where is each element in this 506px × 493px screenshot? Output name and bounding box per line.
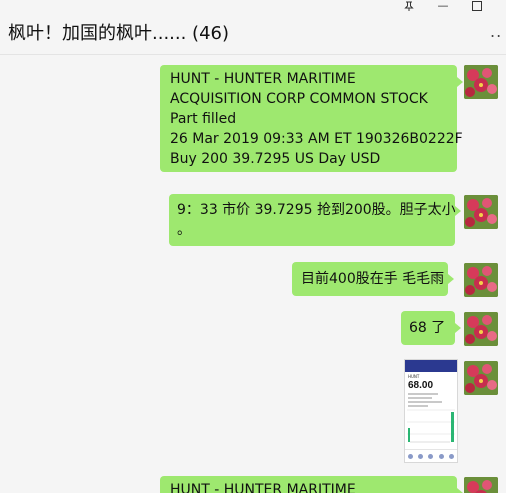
pin-button[interactable] <box>394 0 424 14</box>
message-text-line: 9：33 市价 39.7295 抢到200股。胆子太小 <box>177 202 456 218</box>
minimize-button[interactable]: — <box>428 0 458 14</box>
pin-icon <box>404 1 414 11</box>
flower-avatar-icon <box>464 195 498 229</box>
message-list[interactable]: HUNT - HUNTER MARITIME ACQUISITION CORP … <box>0 55 506 493</box>
maximize-icon <box>472 1 482 11</box>
maximize-button[interactable] <box>462 0 492 14</box>
more-options-button[interactable]: .. <box>490 22 502 41</box>
message-bubble[interactable]: HUNT - HUNTER MARITIME ACQUISITION CORP … <box>160 65 463 172</box>
thumbnail-chart <box>407 409 455 443</box>
message-text-line: 26 Mar 2019 09:33 AM ET 190326B0222F <box>170 131 463 147</box>
message-text-line: ACQUISITION CORP COMMON STOCK <box>170 91 428 107</box>
thumbnail-ticker: HUNT <box>408 374 420 379</box>
message-bubble[interactable]: 68 了 <box>401 311 461 345</box>
flower-avatar-icon <box>464 312 498 346</box>
thumbnail-header <box>405 360 457 372</box>
thumbnail-price: 68.00 <box>408 380 434 391</box>
flower-avatar-icon <box>464 65 498 99</box>
message-bubble[interactable]: 目前400股在手 毛毛雨 <box>292 262 454 296</box>
chat-title: 枫叶！加国的枫叶...... (46) <box>8 23 230 44</box>
more-icon: .. <box>490 22 503 41</box>
message-text-line: 目前400股在手 毛毛雨 <box>301 271 445 287</box>
message-bubble[interactable]: 9：33 市价 39.7295 抢到200股。胆子太小 。 <box>169 194 461 246</box>
avatar[interactable] <box>464 195 498 229</box>
message-text-line: 。 <box>177 222 191 238</box>
message-text-line: Buy 200 39.7295 US Day USD <box>170 151 381 167</box>
message-bubble[interactable]: HUNT - HUNTER MARITIME <box>160 476 463 493</box>
avatar[interactable] <box>464 477 498 493</box>
avatar[interactable] <box>464 65 498 99</box>
flower-avatar-icon <box>464 477 498 493</box>
message-text-line: HUNT - HUNTER MARITIME <box>170 71 356 87</box>
message-text-line: Part filled <box>170 111 237 127</box>
chat-window: 枫叶！加国的枫叶...... (46) — .. HUNT - HUNTER M… <box>0 0 506 493</box>
avatar[interactable] <box>464 312 498 346</box>
message-text-line: HUNT - HUNTER MARITIME <box>170 482 356 493</box>
flower-avatar-icon <box>464 361 498 395</box>
flower-avatar-icon <box>464 263 498 297</box>
minimize-icon: — <box>437 0 449 12</box>
avatar[interactable] <box>464 361 498 395</box>
message-text-line: 68 了 <box>409 320 446 336</box>
avatar[interactable] <box>464 263 498 297</box>
image-message-thumbnail[interactable]: HUNT 68.00 <box>404 359 458 463</box>
thumbnail-nav-bar <box>405 449 457 462</box>
thumbnail-detail-rows <box>408 393 454 407</box>
title-bar: 枫叶！加国的枫叶...... (46) — .. <box>0 0 506 55</box>
